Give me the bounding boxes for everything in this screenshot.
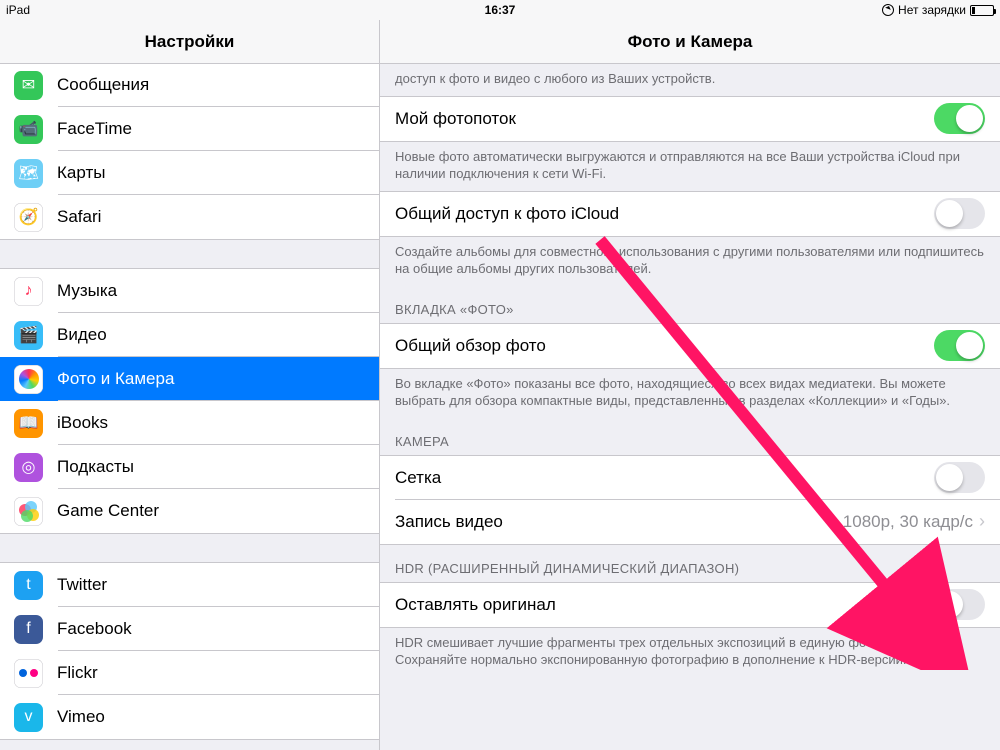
photos-icon bbox=[14, 365, 43, 394]
sidebar-item-label: Фото и Камера bbox=[57, 369, 174, 389]
sidebar-navbar: Настройки bbox=[0, 20, 379, 64]
label-grid: Сетка bbox=[395, 468, 441, 488]
messages-icon: ✉︎ bbox=[14, 71, 43, 100]
sidebar-item-label: Сообщения bbox=[57, 75, 149, 95]
sidebar-item-label: Flickr bbox=[57, 663, 98, 683]
label-summarize: Общий обзор фото bbox=[395, 336, 546, 356]
sidebar-item-label: Game Center bbox=[57, 501, 159, 521]
detail-pane: Фото и Камера доступ к фото и видео с лю… bbox=[380, 20, 1000, 750]
sidebar-item-maps[interactable]: 🗺 Карты bbox=[0, 151, 379, 195]
row-record-video[interactable]: Запись видео 1080p, 30 кадр/с › bbox=[380, 500, 1000, 544]
flickr-icon bbox=[14, 659, 43, 688]
sidebar-item-label: Карты bbox=[57, 163, 105, 183]
caption-icloud-sharing: Создайте альбомы для совместного использ… bbox=[380, 237, 1000, 286]
toggle-icloud-sharing[interactable] bbox=[934, 198, 985, 229]
detail-scroll[interactable]: доступ к фото и видео с любого из Ваших … bbox=[380, 64, 1000, 750]
facetime-icon: 📹 bbox=[14, 115, 43, 144]
sidebar-item-ibooks[interactable]: 📖 iBooks bbox=[0, 401, 379, 445]
caption-photostream: Новые фото автоматически выгружаются и о… bbox=[380, 142, 1000, 191]
sidebar-title: Настройки bbox=[145, 32, 235, 52]
sidebar-item-label: FaceTime bbox=[57, 119, 132, 139]
status-bar: iPad 16:37 Нет зарядки bbox=[0, 0, 1000, 20]
sidebar-item-music[interactable]: ♪ Музыка bbox=[0, 269, 379, 313]
battery-icon bbox=[970, 5, 994, 16]
sidebar-item-video[interactable]: 🎬 Видео bbox=[0, 313, 379, 357]
caption-summarize: Во вкладке «Фото» показаны все фото, нах… bbox=[380, 369, 1000, 418]
sidebar-item-podcasts[interactable]: ◎ Подкасты bbox=[0, 445, 379, 489]
label-icloud-sharing: Общий доступ к фото iCloud bbox=[395, 204, 619, 224]
sidebar-item-label: Safari bbox=[57, 207, 101, 227]
row-grid[interactable]: Сетка bbox=[380, 456, 1000, 500]
label-record-video: Запись видео bbox=[395, 512, 503, 532]
safari-icon: 🧭 bbox=[14, 203, 43, 232]
label-photostream: Мой фотопоток bbox=[395, 109, 516, 129]
sidebar-item-label: Музыка bbox=[57, 281, 117, 301]
caption-access: доступ к фото и видео с любого из Ваших … bbox=[380, 64, 1000, 96]
status-device: iPad bbox=[6, 3, 30, 17]
header-camera: Камера bbox=[380, 418, 1000, 455]
sidebar-item-label: Vimeo bbox=[57, 707, 105, 727]
sidebar-item-facebook[interactable]: f Facebook bbox=[0, 607, 379, 651]
detail-title: Фото и Камера bbox=[628, 32, 753, 52]
sidebar-item-flickr[interactable]: Flickr bbox=[0, 651, 379, 695]
sync-icon bbox=[882, 4, 894, 16]
sidebar-item-label: iBooks bbox=[57, 413, 108, 433]
value-record-video: 1080p, 30 кадр/с bbox=[843, 512, 973, 532]
settings-sidebar: Настройки ✉︎ Сообщения 📹 FaceTime 🗺 Карты 🧭 Saf… bbox=[0, 20, 380, 750]
sidebar-item-twitter[interactable]: t Twitter bbox=[0, 563, 379, 607]
row-icloud-sharing[interactable]: Общий доступ к фото iCloud bbox=[380, 192, 1000, 236]
row-photostream[interactable]: Мой фотопоток bbox=[380, 97, 1000, 141]
toggle-grid[interactable] bbox=[934, 462, 985, 493]
status-time: 16:37 bbox=[485, 3, 516, 17]
header-hdr: HDR (расширенный динамический диапазон) bbox=[380, 545, 1000, 582]
facebook-icon: f bbox=[14, 615, 43, 644]
sidebar-item-messages[interactable]: ✉︎ Сообщения bbox=[0, 64, 379, 107]
twitter-icon: t bbox=[14, 571, 43, 600]
sidebar-item-vimeo[interactable]: v Vimeo bbox=[0, 695, 379, 739]
header-photos-tab: Вкладка «Фото» bbox=[380, 286, 1000, 323]
toggle-summarize[interactable] bbox=[934, 330, 985, 361]
label-keep-original: Оставлять оригинал bbox=[395, 595, 556, 615]
sidebar-item-gamecenter[interactable]: Game Center bbox=[0, 489, 379, 533]
detail-navbar: Фото и Камера bbox=[380, 20, 1000, 64]
caption-hdr: HDR смешивает лучшие фрагменты трех отде… bbox=[380, 628, 1000, 689]
sidebar-item-safari[interactable]: 🧭 Safari bbox=[0, 195, 379, 239]
row-summarize[interactable]: Общий обзор фото bbox=[380, 324, 1000, 368]
vimeo-icon: v bbox=[14, 703, 43, 732]
sidebar-item-facetime[interactable]: 📹 FaceTime bbox=[0, 107, 379, 151]
sidebar-item-label: Подкасты bbox=[57, 457, 134, 477]
maps-icon: 🗺 bbox=[14, 159, 43, 188]
sidebar-scroll[interactable]: ✉︎ Сообщения 📹 FaceTime 🗺 Карты 🧭 Safari ♪ Музыка… bbox=[0, 64, 379, 750]
podcasts-icon: ◎ bbox=[14, 453, 43, 482]
sidebar-item-label: Видео bbox=[57, 325, 107, 345]
sidebar-item-label: Facebook bbox=[57, 619, 132, 639]
music-icon: ♪ bbox=[14, 277, 43, 306]
gamecenter-icon bbox=[14, 497, 43, 526]
status-battery-text: Нет зарядки bbox=[898, 3, 966, 17]
toggle-photostream[interactable] bbox=[934, 103, 985, 134]
ibooks-icon: 📖 bbox=[14, 409, 43, 438]
video-icon: 🎬 bbox=[14, 321, 43, 350]
sidebar-item-label: Twitter bbox=[57, 575, 107, 595]
toggle-keep-original[interactable] bbox=[934, 589, 985, 620]
sidebar-item-photos[interactable]: Фото и Камера bbox=[0, 357, 379, 401]
chevron-right-icon: › bbox=[979, 511, 985, 532]
row-keep-original[interactable]: Оставлять оригинал bbox=[380, 583, 1000, 627]
